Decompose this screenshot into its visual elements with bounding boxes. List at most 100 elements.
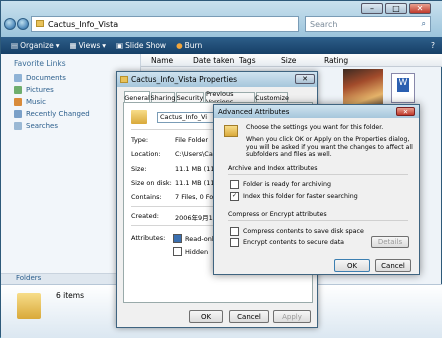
views-icon: ▦ (69, 41, 77, 50)
column-date-taken[interactable]: Date taken (193, 56, 234, 65)
checkbox-icon (173, 247, 182, 256)
archive-checkbox[interactable]: Folder is ready for archiving (230, 180, 331, 189)
burn-icon: ● (176, 41, 183, 50)
folder-icon (131, 110, 147, 124)
address-text: Cactus_Info_Vista (48, 19, 119, 29)
hidden-checkbox[interactable]: Hidden (173, 247, 208, 256)
encrypt-label: Encrypt contents to secure data (243, 239, 345, 246)
properties-cancel-button[interactable]: Cancel (229, 310, 269, 323)
slideshow-button[interactable]: ▣ Slide Show (116, 41, 166, 50)
folder-icon (36, 20, 44, 27)
search-input[interactable]: Search ⌕ (305, 16, 431, 32)
encrypt-checkbox[interactable]: Encrypt contents to secure data (230, 238, 344, 247)
contains-value: 7 Files, 0 Folders (175, 193, 217, 201)
checkbox-indeterminate-icon (173, 234, 182, 243)
checkbox-icon (230, 238, 239, 247)
location-value: C:\Users\Cactus (175, 150, 217, 158)
views-button[interactable]: ▦ Views ▾ (69, 41, 106, 50)
index-checkbox[interactable]: ✓ Index this folder for faster searching (230, 192, 358, 201)
folder-name-field[interactable]: Cactus_Info_Vi (157, 112, 219, 123)
archive-label: Folder is ready for archiving (243, 181, 332, 188)
search-placeholder: Search (310, 19, 338, 29)
maximize-button[interactable]: □ (385, 3, 407, 14)
favorite-recently-changed[interactable]: Recently Changed (14, 108, 90, 119)
advanced-ok-button[interactable]: OK (334, 259, 370, 272)
slideshow-label: Slide Show (125, 41, 167, 50)
document-thumbnail[interactable]: W (391, 73, 415, 103)
details-button[interactable]: Details (371, 236, 409, 248)
size-value: 11.1 MB (11,70 (175, 165, 217, 173)
checkbox-icon (230, 180, 239, 189)
favorite-label: Documents (26, 73, 66, 82)
divider (131, 129, 217, 130)
compress-checkbox[interactable]: Compress contents to save disk space (230, 227, 364, 236)
column-tags[interactable]: Tags (239, 56, 256, 65)
item-count: 6 items (56, 291, 85, 300)
created-label: Created: (131, 212, 159, 220)
folder-icon (120, 76, 128, 83)
search-icon: ⌕ (421, 19, 426, 28)
size-on-disk-label: Size on disk: (131, 179, 172, 187)
properties-close-button[interactable]: ✕ (295, 74, 315, 84)
help-icon[interactable]: ? (431, 41, 435, 50)
intro-detail-text: When you click OK or Apply on the Proper… (246, 136, 413, 158)
properties-title: Cactus_Info_Vista Properties (131, 75, 238, 84)
location-label: Location: (131, 150, 161, 158)
music-icon (14, 97, 22, 106)
hidden-label: Hidden (185, 247, 209, 256)
burn-label: Burn (184, 41, 203, 50)
column-header: Name Date taken Tags Size Rating (141, 54, 442, 67)
burn-button[interactable]: ● Burn (176, 41, 202, 50)
pictures-icon (14, 85, 22, 94)
index-label: Index this folder for faster searching (243, 193, 358, 200)
command-bar: ▤ Organize ▾ ▦ Views ▾ ▣ Slide Show ● Burn ? (1, 37, 442, 54)
organize-label: Organize (20, 41, 54, 50)
favorite-label: Recently Changed (26, 109, 90, 118)
column-size[interactable]: Size (281, 56, 296, 65)
compress-label: Compress contents to save disk space (243, 228, 364, 235)
back-button[interactable] (4, 18, 16, 30)
favorite-label: Pictures (26, 85, 54, 94)
column-rating[interactable]: Rating (324, 56, 348, 65)
divider (228, 174, 408, 175)
forward-button[interactable] (17, 18, 29, 30)
slideshow-icon: ▣ (116, 41, 124, 50)
properties-apply-button[interactable]: Apply (273, 310, 311, 323)
intro-text: Choose the settings you want for this fo… (246, 124, 384, 131)
advanced-title: Advanced Attributes (218, 107, 290, 116)
advanced-attributes-dialog: Advanced Attributes ✕ Choose the setting… (213, 104, 420, 275)
divider (228, 220, 408, 221)
organize-button[interactable]: ▤ Organize ▾ (11, 41, 59, 50)
word-icon: W (397, 78, 409, 92)
views-label: Views (78, 41, 101, 50)
folder-settings-icon (224, 125, 238, 137)
minimize-button[interactable]: – (361, 3, 383, 14)
recent-icon (14, 109, 22, 118)
searches-icon (14, 121, 22, 130)
favorite-searches[interactable]: Searches (14, 120, 58, 131)
address-bar[interactable]: Cactus_Info_Vista (31, 16, 299, 32)
readonly-checkbox[interactable]: Read-only (173, 234, 218, 243)
type-label: Type: (131, 136, 149, 144)
favorite-links-header: Favorite Links (14, 59, 66, 68)
favorite-documents[interactable]: Documents (14, 72, 66, 83)
folders-label: Folders (16, 274, 42, 282)
properties-ok-button[interactable]: OK (189, 310, 223, 323)
folder-icon (17, 293, 41, 319)
advanced-close-button[interactable]: ✕ (396, 107, 415, 116)
type-value: File Folder (175, 136, 209, 144)
favorite-label: Music (26, 97, 46, 106)
organize-icon: ▤ (11, 41, 19, 50)
compress-encrypt-section-label: Compress or Encrypt attributes (228, 211, 327, 218)
close-button[interactable]: ✕ (409, 3, 431, 14)
chevron-down-icon: ▾ (102, 41, 107, 50)
favorite-music[interactable]: Music (14, 96, 46, 107)
created-value: 2006年9月18日 (175, 214, 217, 222)
advanced-cancel-button[interactable]: Cancel (375, 259, 411, 272)
column-name[interactable]: Name (151, 56, 173, 65)
archive-index-section-label: Archive and Index attributes (228, 165, 318, 172)
favorite-pictures[interactable]: Pictures (14, 84, 54, 95)
attributes-label: Attributes: (131, 234, 166, 242)
contains-label: Contains: (131, 193, 162, 201)
size-label: Size: (131, 165, 147, 173)
